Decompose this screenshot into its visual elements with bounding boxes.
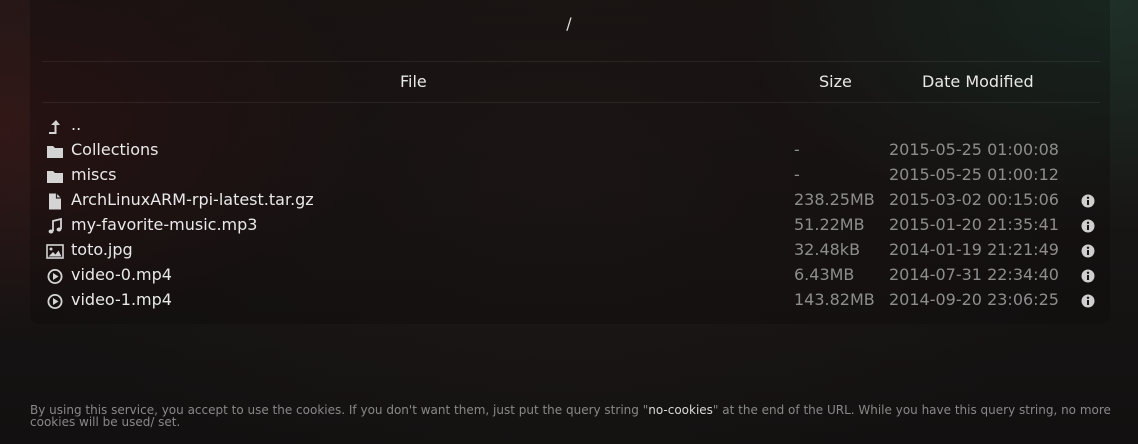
cookie-query-string: no-cookies	[648, 403, 713, 417]
file-size: -	[794, 165, 800, 184]
table-row[interactable]: video-1.mp4 143.82MB 2014-09-20 23:06:25	[42, 289, 1100, 314]
file-name[interactable]: toto.jpg	[71, 240, 133, 259]
info-icon[interactable]	[1081, 244, 1095, 258]
column-header-date[interactable]: Date Modified	[922, 72, 1034, 91]
file-icon	[49, 193, 61, 210]
file-date: 2014-01-19 21:21:49	[889, 240, 1059, 259]
file-date: 2014-07-31 22:34:40	[889, 265, 1059, 284]
file-name[interactable]: Collections	[71, 140, 158, 159]
video-icon	[47, 294, 63, 309]
file-size: 238.25MB	[794, 190, 875, 209]
file-size: 6.43MB	[794, 265, 855, 284]
file-date: 2014-09-20 23:06:25	[889, 290, 1059, 309]
video-icon	[47, 269, 63, 284]
file-size: -	[794, 140, 800, 159]
music-icon	[48, 218, 62, 234]
file-name[interactable]: miscs	[71, 165, 117, 184]
file-size: 143.82MB	[794, 290, 875, 309]
table-row[interactable]: video-0.mp4 6.43MB 2014-07-31 22:34:40	[42, 264, 1100, 289]
file-name[interactable]: ..	[71, 115, 81, 134]
table-row-parent[interactable]: ..	[42, 114, 1100, 139]
file-date: 2015-03-02 00:15:06	[889, 190, 1059, 209]
column-header-file[interactable]: File	[400, 72, 427, 91]
file-name[interactable]: ArchLinuxARM-rpi-latest.tar.gz	[71, 190, 314, 209]
parent-directory-icon	[49, 120, 60, 134]
table-row[interactable]: miscs - 2015-05-25 01:00:12	[42, 164, 1100, 189]
table-header: File Size Date Modified	[42, 61, 1100, 103]
info-icon[interactable]	[1081, 194, 1095, 208]
table-row[interactable]: toto.jpg 32.48kB 2014-01-19 21:21:49	[42, 239, 1100, 264]
file-date: 2015-01-20 21:35:41	[889, 215, 1059, 234]
current-path: /	[566, 14, 572, 33]
file-date: 2015-05-25 01:00:12	[889, 165, 1059, 184]
folder-icon	[47, 171, 63, 183]
table-row[interactable]: Collections - 2015-05-25 01:00:08	[42, 139, 1100, 164]
file-date: 2015-05-25 01:00:08	[889, 140, 1059, 159]
file-name[interactable]: video-0.mp4	[71, 265, 172, 284]
file-name[interactable]: my-favorite-music.mp3	[71, 215, 257, 234]
image-icon	[46, 244, 64, 259]
file-name[interactable]: video-1.mp4	[71, 290, 172, 309]
info-icon[interactable]	[1081, 269, 1095, 283]
table-row[interactable]: my-favorite-music.mp3 51.22MB 2015-01-20…	[42, 214, 1100, 239]
info-icon[interactable]	[1081, 294, 1095, 308]
cookie-notice: By using this service, you accept to use…	[30, 404, 1120, 428]
info-icon[interactable]	[1081, 219, 1095, 233]
file-size: 32.48kB	[794, 240, 861, 259]
column-header-size[interactable]: Size	[819, 72, 852, 91]
file-size: 51.22MB	[794, 215, 865, 234]
table-row[interactable]: ArchLinuxARM-rpi-latest.tar.gz 238.25MB …	[42, 189, 1100, 214]
folder-icon	[47, 146, 63, 158]
